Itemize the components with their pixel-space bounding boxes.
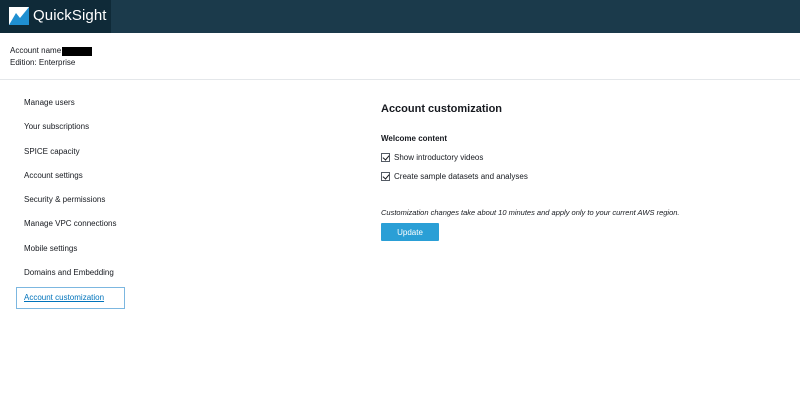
- header-divider: [0, 79, 800, 80]
- sidebar-item-account-settings[interactable]: Account settings: [16, 164, 126, 188]
- edition-label: Edition: Enterprise: [10, 58, 76, 67]
- customization-note: Customization changes take about 10 minu…: [381, 208, 680, 217]
- sidebar-item-your-subscriptions[interactable]: Your subscriptions: [16, 115, 126, 139]
- sidebar-item-manage-vpc-connections[interactable]: Manage VPC connections: [16, 212, 126, 236]
- settings-sidebar: Manage users Your subscriptions SPICE ca…: [16, 91, 126, 310]
- sidebar-item-mobile-settings[interactable]: Mobile settings: [16, 237, 126, 261]
- show-intro-videos-label: Show introductory videos: [394, 153, 484, 162]
- update-button[interactable]: Update: [381, 223, 439, 241]
- app-name: QuickSight: [33, 7, 107, 24]
- show-intro-videos-option[interactable]: Show introductory videos: [381, 153, 483, 162]
- redacted-account-name: [62, 46, 93, 56]
- top-navigation-bar: QuickSight: [0, 0, 800, 33]
- quicksight-logo-icon: [9, 7, 29, 25]
- create-sample-datasets-checkbox[interactable]: [381, 172, 390, 181]
- create-sample-datasets-option[interactable]: Create sample datasets and analyses: [381, 172, 528, 181]
- page-title: Account customization: [381, 103, 503, 115]
- welcome-content-heading: Welcome content: [381, 134, 448, 143]
- account-name-label: Account name: [10, 46, 62, 55]
- sidebar-item-domains-embedding[interactable]: Domains and Embedding: [16, 261, 126, 285]
- sidebar-item-spice-capacity[interactable]: SPICE capacity: [16, 140, 126, 164]
- app-logo[interactable]: QuickSight: [0, 0, 111, 33]
- show-intro-videos-checkbox[interactable]: [381, 153, 390, 162]
- sidebar-item-security-permissions[interactable]: Security & permissions: [16, 188, 126, 212]
- account-customization-panel: Account customization Welcome content Sh…: [381, 103, 791, 241]
- account-info: Account name Edition: Enterprise: [10, 45, 93, 69]
- sidebar-item-account-customization[interactable]: Account customization: [16, 287, 125, 310]
- sidebar-item-manage-users[interactable]: Manage users: [16, 91, 126, 115]
- create-sample-datasets-label: Create sample datasets and analyses: [394, 172, 528, 181]
